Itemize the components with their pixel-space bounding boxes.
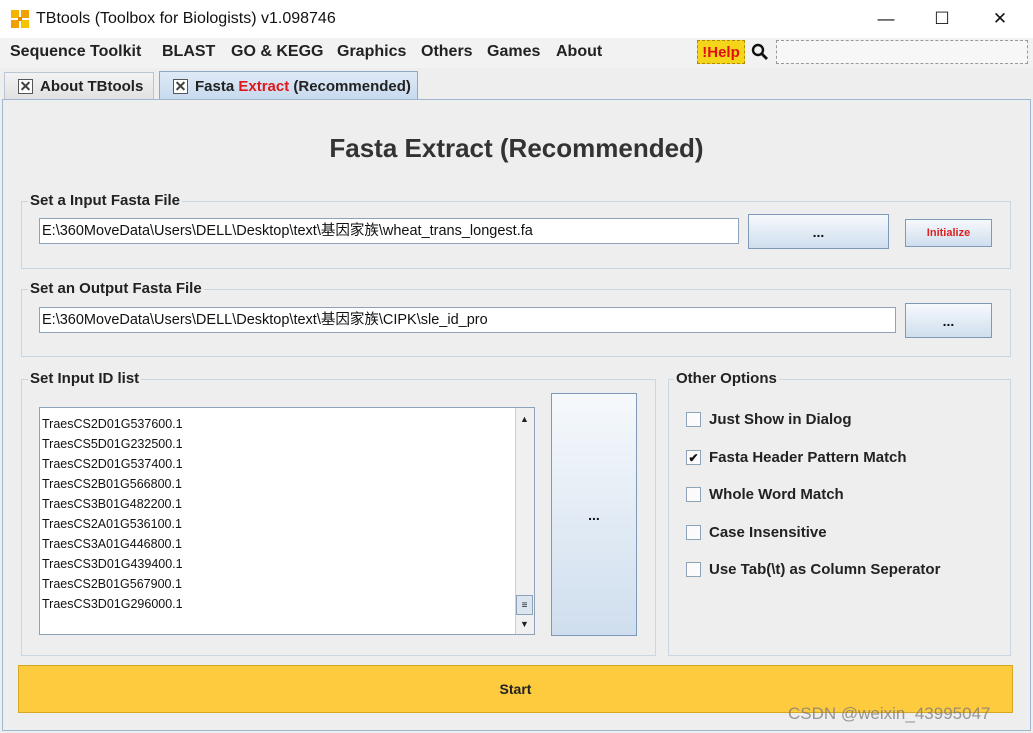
option-label: Fasta Header Pattern Match <box>709 449 907 466</box>
list-item: TraesCS3B01G482200.1 <box>42 497 182 511</box>
menu-games[interactable]: Games <box>487 43 540 61</box>
option-whole-word-match[interactable]: Whole Word Match <box>686 486 844 503</box>
minimize-button[interactable]: — <box>858 0 914 38</box>
list-item: TraesCS2B01G566800.1 <box>42 477 182 491</box>
menu-sequence-toolkit[interactable]: Sequence Toolkit <box>10 43 141 61</box>
tab-strip <box>0 68 1033 100</box>
option-just-show-in-dialog[interactable]: Just Show in Dialog <box>686 411 852 428</box>
option-case-insensitive[interactable]: Case Insensitive <box>686 524 827 541</box>
scroll-down-arrow-icon[interactable]: ▼ <box>516 615 533 632</box>
option-label: Whole Word Match <box>709 486 844 503</box>
tab-fasta-extract[interactable]: Fasta Extract (Recommended) <box>159 71 418 100</box>
watermark-text: CSDN @weixin_43995047 <box>788 704 991 723</box>
id-list-browse-button[interactable]: ... <box>551 393 637 636</box>
option-fasta-header-pattern-match[interactable]: ✔ Fasta Header Pattern Match <box>686 449 907 466</box>
list-item: TraesCS5D01G232500.1 <box>42 437 183 451</box>
initialize-button[interactable]: Initialize <box>905 219 992 247</box>
list-item: TraesCS3D01G296000.1 <box>42 597 183 611</box>
checkbox[interactable] <box>686 487 701 502</box>
scroll-up-arrow-icon[interactable]: ▲ <box>516 410 533 427</box>
input-fasta-heading: Set a Input Fasta File <box>28 192 183 209</box>
option-tab-column-separator[interactable]: Use Tab(\t) as Column Seperator <box>686 561 940 578</box>
list-item: TraesCS2D01G537600.1 <box>42 417 183 431</box>
option-label: Use Tab(\t) as Column Seperator <box>709 561 941 578</box>
window-title: TBtools (Toolbox for Biologists) v1.0987… <box>36 10 336 27</box>
menu-graphics[interactable]: Graphics <box>337 43 406 61</box>
checkbox-checked[interactable]: ✔ <box>686 450 701 465</box>
tab-label-highlight: Extract <box>238 77 290 95</box>
search-icon[interactable] <box>751 43 769 61</box>
id-list-textarea[interactable]: TraesCS2D01G537600.1 TraesCS5D01G232500.… <box>39 407 535 635</box>
page-title: Fasta Extract (Recommended) <box>329 133 704 163</box>
menu-others[interactable]: Others <box>421 43 473 61</box>
other-options-heading: Other Options <box>674 370 779 387</box>
option-label: Just Show in Dialog <box>709 411 852 428</box>
scroll-thumb[interactable]: ≡ <box>516 595 533 615</box>
output-fasta-path-field[interactable]: E:\360MoveData\Users\DELL\Desktop\text\基… <box>39 307 896 333</box>
id-list-heading: Set Input ID list <box>28 370 142 387</box>
menu-about[interactable]: About <box>556 43 602 61</box>
output-fasta-heading: Set an Output Fasta File <box>28 280 204 297</box>
tbtools-logo-icon <box>10 9 30 29</box>
help-button[interactable]: !Help <box>697 40 745 64</box>
list-item: TraesCS2B01G567900.1 <box>42 577 182 591</box>
tab-close-icon[interactable] <box>18 78 33 94</box>
list-item: TraesCS3D01G439400.1 <box>42 557 183 571</box>
input-fasta-path-field[interactable]: E:\360MoveData\Users\DELL\Desktop\text\基… <box>39 218 739 244</box>
maximize-button[interactable]: ☐ <box>914 0 970 38</box>
option-label: Case Insensitive <box>709 524 827 541</box>
tab-close-icon[interactable] <box>173 78 188 94</box>
menu-go-kegg[interactable]: GO & KEGG <box>231 43 323 61</box>
menu-blast[interactable]: BLAST <box>162 43 215 61</box>
input-browse-button[interactable]: ... <box>748 214 889 249</box>
list-item: TraesCS2A01G536100.1 <box>42 517 182 531</box>
list-item: TraesCS2D01G537400.1 <box>42 457 183 471</box>
checkbox[interactable] <box>686 412 701 427</box>
close-window-button[interactable]: ✕ <box>972 0 1028 38</box>
list-item: TraesCS3A01G446800.1 <box>42 537 182 551</box>
tab-label-suffix: (Recommended) <box>289 77 411 95</box>
tab-label-prefix: Fasta <box>195 77 239 95</box>
output-browse-button[interactable]: ... <box>905 303 992 338</box>
tab-label: About TBtools <box>40 77 144 95</box>
checkbox[interactable] <box>686 562 701 577</box>
search-input[interactable] <box>776 40 1028 64</box>
checkbox[interactable] <box>686 525 701 540</box>
tab-about-tbtools[interactable]: About TBtools <box>4 72 154 99</box>
